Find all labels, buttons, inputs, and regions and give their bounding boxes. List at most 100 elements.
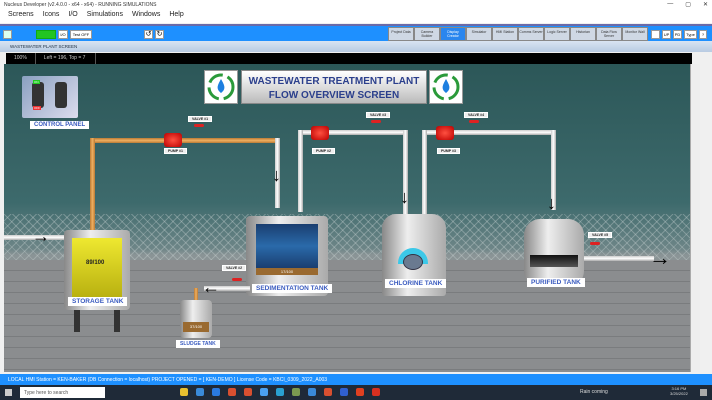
status-bar: LOCAL HMI Station = KEN-BAKER (DB Connec… [0,374,712,385]
edge-icon[interactable] [276,388,284,396]
tab-data-flow-server[interactable]: Data Flow Server [596,27,622,41]
storage-tank-label: STORAGE TANK [68,297,128,306]
menu-bar: Screens Icons I/O Simulations Windows He… [0,9,712,23]
tab-project-data[interactable]: Project Data [388,27,414,41]
sedimentation-tank-level: 17/100 [256,268,318,275]
app-icon[interactable] [356,388,364,396]
pump-2-label: PUMP #2 [312,148,335,154]
open-folder-icon[interactable] [3,30,12,39]
menu-screens[interactable]: Screens [8,11,34,21]
refresh-icon[interactable]: ↻ [155,30,164,39]
taskbar: Type here to search Rain coming 3:16 PM … [0,385,712,400]
valve-4-label: VALVE #4 [464,112,489,118]
valve-3[interactable] [371,120,381,123]
flow-arrow-right: → [32,226,50,246]
file-explorer-icon[interactable] [180,388,188,396]
maximize-button[interactable]: ▢ [685,1,691,8]
app-icon[interactable] [372,388,380,396]
sludge-tank[interactable]: 37/100 [180,300,212,338]
valve-5-label: VALVE #5 [588,232,613,238]
valve-1-label: VALVE #1 [188,116,213,122]
menu-windows[interactable]: Windows [132,11,160,21]
outlet-pipe [584,256,654,261]
purified-tank-label: PURIFIED TANK [527,278,585,287]
menu-simulations[interactable]: Simulations [87,11,123,21]
app-icon[interactable] [308,388,316,396]
app-icon[interactable] [212,388,220,396]
chrome-icon[interactable] [228,388,236,396]
io-button[interactable]: I/O [58,30,68,39]
storage-tank-fill [72,238,122,298]
clock[interactable]: 3:16 PM 3/25/2022 [670,386,688,396]
flow-arrow-down: ↓ [272,165,281,185]
up-button[interactable]: UP [662,30,671,39]
valve-2[interactable] [232,278,242,281]
position-readout: Left = 196, Top = 7 [36,53,96,64]
switch-on-label: ON [33,80,40,84]
title-line-1: WASTEWATER TREATMENT PLANT [248,76,420,87]
tab-simulator[interactable]: Simulator [466,27,492,41]
pump-3[interactable] [436,126,454,140]
valve-4[interactable] [469,120,479,123]
layout-icon[interactable] [651,30,660,39]
storage-tank-level: 89/100 [86,260,105,266]
pump-2[interactable] [311,126,329,140]
weather-widget[interactable]: Rain coming [580,389,608,395]
toggle-switch-1[interactable] [32,82,44,108]
tab-logic-server[interactable]: Logic Server [544,27,570,41]
menu-help[interactable]: Help [169,11,183,21]
test-toggle-button[interactable]: Test OFF [70,30,92,39]
title-line-2: FLOW OVERVIEW SCREEN [268,90,400,101]
taskbar-search-input[interactable]: Type here to search [20,387,105,398]
chrome-icon[interactable] [324,388,332,396]
pd-button[interactable]: PD [673,30,682,39]
notification-icon[interactable] [700,389,707,396]
subwindow-title: WASTEWATER PLANT SCREEN [0,41,712,52]
control-panel: ON OFF [22,76,78,118]
pump-1[interactable] [164,133,182,147]
flow-arrow-right: → [649,245,671,270]
valve-5[interactable] [590,242,600,245]
flow-arrow-left: ← [202,277,220,297]
menu-io[interactable]: I/O [68,11,77,21]
chlorine-tank-label: CHLORINE TANK [385,279,447,288]
undo-icon[interactable]: ↺ [144,30,153,39]
run-status-indicator[interactable] [36,30,56,39]
sedimentation-tank-label: SEDIMENTATION TANK [252,284,333,293]
app-icon[interactable] [340,388,348,396]
info-bar: 100% Left = 196, Top = 7 [6,53,692,64]
flow-arrow-down: ↓ [400,187,409,207]
screen-title: WASTEWATER TREATMENT PLANT FLOW OVERVIEW… [241,70,427,104]
valve-3-label: VALVE #3 [366,112,391,118]
tab-hmi-station[interactable]: HMI Station [492,27,518,41]
tab-camera-builder[interactable]: Camera Builder [414,27,440,41]
mail-icon[interactable] [196,388,204,396]
sludge-tank-label: SLUDGE TANK [176,340,220,348]
minimize-button[interactable]: — [667,1,673,8]
flow-arrow-down: ↓ [547,193,556,213]
pipe [90,138,280,143]
tab-historian[interactable]: Historian [570,27,596,41]
windows-start-icon[interactable] [5,389,12,396]
sludge-tank-level: 37/100 [183,322,209,332]
valve-1[interactable] [194,124,204,127]
gauge-dial-icon [403,254,423,270]
toggle-switch-2[interactable] [55,82,67,108]
chrome-icon[interactable] [244,388,252,396]
purified-tank-window [530,255,578,267]
vertical-scrollbar[interactable] [690,64,700,372]
menu-icons[interactable]: Icons [43,11,60,21]
help-button[interactable]: ? [699,30,707,39]
tab-comms-server[interactable]: Comms Server [518,27,544,41]
type-button[interactable]: Type [684,30,697,39]
pump-3-label: PUMP #3 [437,148,460,154]
tab-display-creator[interactable]: Display Creator [440,27,466,41]
pipe [90,138,95,238]
water-recycle-icon [429,70,463,104]
nucleus-app-icon[interactable] [260,388,268,396]
close-button[interactable]: ✕ [703,1,708,8]
app-icon[interactable] [292,388,300,396]
tab-monitor-wall[interactable]: Monitor Wall [622,27,648,41]
sedimentation-tank-fill [256,224,318,268]
purified-tank[interactable] [524,219,584,287]
